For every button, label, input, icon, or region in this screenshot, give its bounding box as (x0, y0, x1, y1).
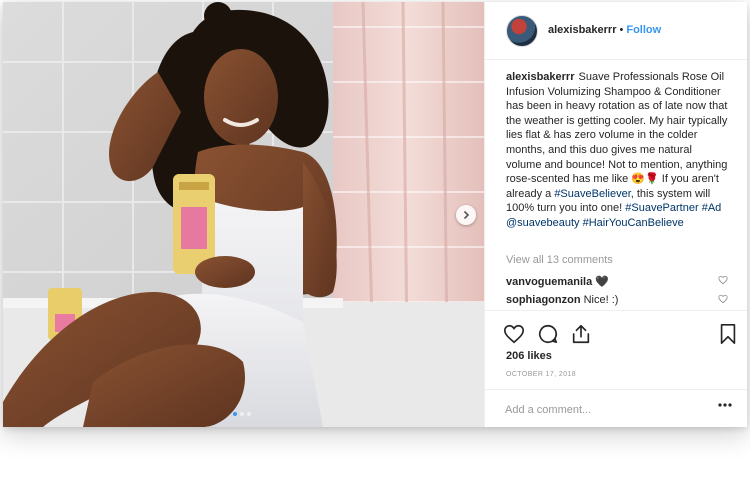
comment-item: vanvoguemanila 🖤 (506, 275, 728, 288)
caption-tag-link[interactable]: #HairYouCanBelieve (583, 217, 684, 229)
follow-button[interactable]: Follow (626, 24, 661, 36)
carousel-dot-2 (240, 412, 244, 416)
post-sidebar: alexisbakerrr • Follow alexisbakerrr Suave … (484, 2, 747, 427)
add-comment-input[interactable] (503, 399, 697, 421)
like-comment-heart-icon[interactable] (718, 294, 728, 304)
share-icon[interactable] (570, 323, 592, 345)
separator-dot: • (619, 24, 624, 36)
heart-icon[interactable] (503, 323, 525, 345)
caption-tag-link[interactable]: #SuaveBeliever (554, 188, 630, 200)
carousel-indicator (233, 412, 251, 416)
comment-username[interactable]: vanvoguemanila (506, 276, 592, 288)
post-header: alexisbakerrr • Follow (485, 2, 747, 60)
caption-tag-link[interactable]: #SuavePartner (625, 202, 698, 214)
comment-item: sophiagonzon Nice! :) (506, 294, 728, 306)
instagram-post: alexisbakerrr • Follow alexisbakerrr Suave … (3, 2, 747, 427)
caption-tag-link[interactable]: #Ad (702, 202, 722, 214)
caption-text: Suave Professionals Rose Oil Infusion Vo… (506, 71, 727, 229)
comment-text: Nice! :) (583, 294, 619, 306)
avatar[interactable] (506, 15, 538, 47)
comment-text: 🖤 (595, 276, 609, 288)
post-date: OCTOBER 17, 2018 (506, 371, 577, 378)
post-photo[interactable] (3, 2, 484, 427)
caption-segment: Suave Professionals Rose Oil Infusion Vo… (506, 71, 728, 200)
chevron-right-icon (463, 210, 470, 220)
caption-username[interactable]: alexisbakerrr (506, 71, 575, 83)
comment-icon[interactable] (537, 323, 559, 345)
view-all-comments-link[interactable]: View all 13 comments (506, 254, 613, 266)
comment-username[interactable]: sophiagonzon (506, 294, 581, 306)
post-image (3, 2, 484, 427)
caption-tag-link[interactable]: @suavebeauty (506, 217, 580, 229)
add-comment-bar (485, 389, 747, 427)
username-link[interactable]: alexisbakerrr (548, 24, 617, 36)
likes-count[interactable]: 206 likes (506, 350, 552, 362)
carousel-dot-3 (247, 412, 251, 416)
next-slide-button[interactable] (456, 205, 476, 225)
bookmark-icon[interactable] (718, 323, 738, 345)
like-comment-heart-icon[interactable] (718, 275, 728, 285)
post-caption: alexisbakerrr Suave Professionals Rose Oi… (506, 70, 728, 231)
carousel-dot-1 (233, 412, 237, 416)
more-options-icon[interactable] (718, 403, 732, 407)
